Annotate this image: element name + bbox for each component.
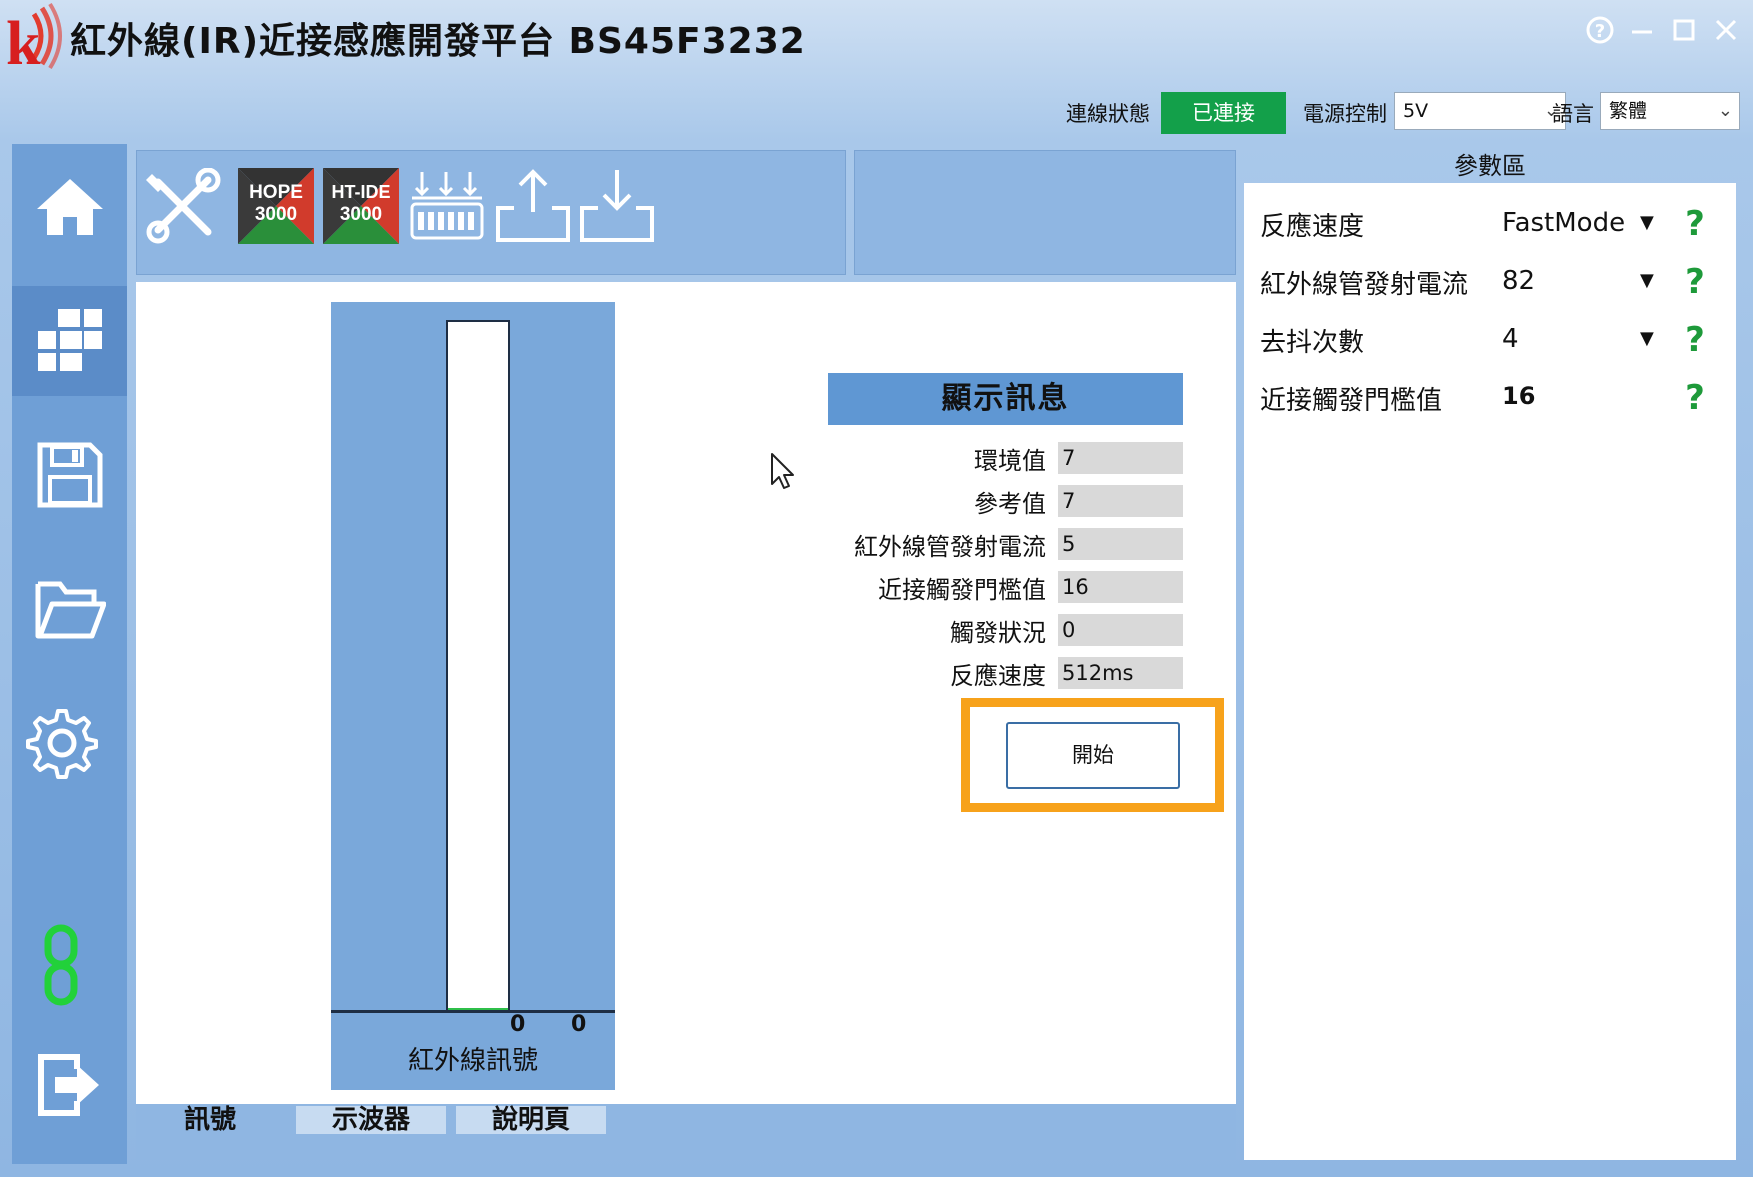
dropdown-arrow-icon[interactable]: ▼ bbox=[1640, 328, 1654, 349]
language-value: 繁體 bbox=[1609, 100, 1648, 122]
connection-label: 連線狀態 bbox=[1066, 102, 1150, 126]
language-label: 語言 bbox=[1552, 102, 1594, 126]
param-value-response-speed[interactable]: FastMode bbox=[1502, 208, 1625, 238]
hope3000-button[interactable]: HOPE 3000 bbox=[238, 168, 316, 246]
language-select[interactable]: 繁體 ⌄ bbox=[1600, 92, 1740, 130]
wrench-screwdriver-icon bbox=[146, 167, 221, 244]
info-label-reference: 參考值 bbox=[974, 490, 1046, 518]
sidebar-item-open[interactable] bbox=[12, 554, 127, 664]
upload-icon bbox=[496, 169, 570, 242]
sidebar-item-save[interactable] bbox=[12, 420, 127, 530]
help-icon[interactable]: ? bbox=[1584, 14, 1616, 46]
hope-line1: HOPE bbox=[249, 182, 303, 203]
home-icon bbox=[36, 179, 103, 235]
power-select[interactable]: 5V ⌄ bbox=[1394, 92, 1566, 130]
minimize-icon[interactable] bbox=[1626, 14, 1658, 46]
svg-text:k: k bbox=[6, 10, 41, 70]
hope-line2: 3000 bbox=[254, 204, 298, 225]
help-icon[interactable]: ? bbox=[1680, 206, 1710, 242]
tools-button[interactable] bbox=[144, 167, 222, 246]
info-value-ambient: 7 bbox=[1058, 442, 1183, 474]
sidebar-item-exit[interactable] bbox=[12, 1030, 127, 1140]
ir-signal-bar bbox=[446, 320, 510, 1012]
chip-program-icon bbox=[410, 172, 484, 240]
info-label-ambient: 環境值 bbox=[974, 447, 1046, 475]
param-value-ir-current[interactable]: 82 bbox=[1502, 266, 1535, 296]
htide3000-button[interactable]: HT-IDE 3000 bbox=[323, 168, 401, 246]
params-header: 參數區 bbox=[1454, 152, 1526, 180]
param-label-response-speed: 反應速度 bbox=[1260, 212, 1365, 242]
info-value-reference: 7 bbox=[1058, 485, 1183, 517]
info-panel-header: 顯示訊息 bbox=[828, 373, 1183, 425]
htide3000-icon: HT-IDE 3000 bbox=[323, 168, 399, 244]
gauge-value-a: 0 bbox=[510, 1012, 526, 1037]
info-value-response-speed: 512ms bbox=[1058, 657, 1183, 689]
hope3000-icon: HOPE 3000 bbox=[238, 168, 314, 244]
power-label: 電源控制 bbox=[1303, 102, 1387, 126]
tab-signal[interactable]: 訊號 bbox=[150, 1106, 270, 1134]
connection-status-badge: 已連接 bbox=[1161, 92, 1286, 134]
download-button[interactable] bbox=[578, 168, 656, 246]
param-label-debounce: 去抖次數 bbox=[1260, 328, 1365, 358]
grid-icon bbox=[37, 309, 102, 371]
info-label-response-speed: 反應速度 bbox=[950, 662, 1046, 690]
chain-link-icon bbox=[44, 924, 77, 1006]
gauge-value-b: 0 bbox=[571, 1012, 587, 1037]
htide-line1: HT-IDE bbox=[331, 182, 391, 202]
info-label-threshold: 近接觸發門檻值 bbox=[878, 576, 1046, 604]
toolbar-secondary bbox=[854, 150, 1236, 275]
info-label-trigger-state: 觸發狀況 bbox=[950, 619, 1046, 647]
info-value-ir-current: 5 bbox=[1058, 528, 1183, 560]
info-value-trigger-state: 0 bbox=[1058, 614, 1183, 646]
dropdown-arrow-icon[interactable]: ▼ bbox=[1640, 212, 1654, 233]
info-label-ir-current: 紅外線管發射電流 bbox=[854, 533, 1046, 561]
sidebar-item-home[interactable] bbox=[12, 152, 127, 262]
start-button[interactable]: 開始 bbox=[1006, 722, 1180, 789]
floppy-icon bbox=[37, 442, 102, 508]
tab-help-page[interactable]: 說明頁 bbox=[456, 1106, 606, 1134]
htide-line2: 3000 bbox=[339, 204, 383, 225]
sidebar-item-link[interactable] bbox=[4, 910, 119, 1020]
help-icon[interactable]: ? bbox=[1680, 264, 1710, 300]
chevron-down-icon: ⌄ bbox=[1717, 100, 1733, 121]
info-value-threshold: 16 bbox=[1058, 571, 1183, 603]
tab-oscilloscope[interactable]: 示波器 bbox=[296, 1106, 446, 1134]
download-icon bbox=[580, 170, 654, 242]
exit-icon bbox=[37, 1054, 99, 1116]
close-icon[interactable] bbox=[1710, 14, 1742, 46]
maximize-icon[interactable] bbox=[1668, 14, 1700, 46]
param-value-threshold[interactable]: 16 bbox=[1502, 382, 1535, 410]
param-value-debounce[interactable]: 4 bbox=[1502, 324, 1519, 354]
folder-icon bbox=[35, 581, 106, 639]
app-logo: k bbox=[4, 2, 66, 78]
sidebar-item-modules[interactable] bbox=[12, 286, 127, 396]
help-icon[interactable]: ? bbox=[1680, 322, 1710, 358]
sidebar-item-settings[interactable] bbox=[4, 688, 119, 798]
svg-text:?: ? bbox=[1595, 21, 1605, 42]
param-label-threshold: 近接觸發門檻值 bbox=[1260, 386, 1443, 416]
window-title: 紅外線(IR)近接感應開發平台 BS45F3232 bbox=[70, 21, 806, 62]
power-value: 5V bbox=[1403, 100, 1429, 122]
dropdown-arrow-icon[interactable]: ▼ bbox=[1640, 270, 1654, 291]
help-icon[interactable]: ? bbox=[1680, 380, 1710, 416]
upload-button[interactable] bbox=[494, 168, 572, 246]
gauge-caption: 紅外線訊號 bbox=[407, 1046, 538, 1076]
param-label-ir-current: 紅外線管發射電流 bbox=[1260, 270, 1469, 300]
program-button[interactable] bbox=[408, 168, 486, 246]
gear-icon bbox=[25, 709, 98, 779]
